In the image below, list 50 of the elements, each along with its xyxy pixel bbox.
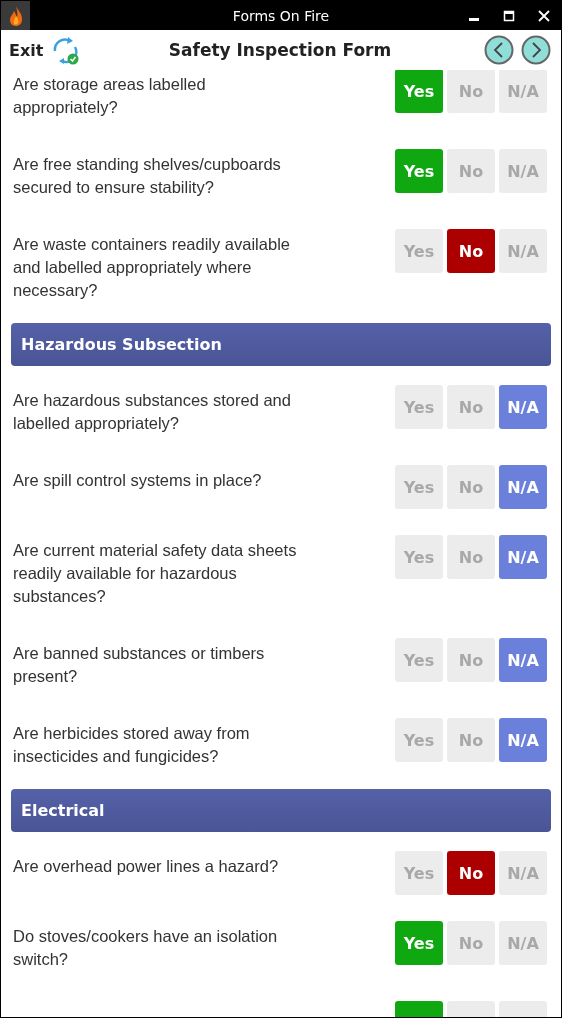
answer-button[interactable]: No	[447, 921, 495, 965]
answer-button[interactable]: Yes	[395, 385, 443, 429]
back-icon[interactable]	[484, 35, 514, 65]
question-text: Are overhead power lines a hazard?	[13, 856, 280, 877]
section-header: Electrical	[11, 789, 551, 832]
forward-icon[interactable]	[521, 35, 551, 65]
answer-button[interactable]: N/A	[499, 921, 547, 965]
answer-button[interactable]: No	[447, 718, 495, 762]
answer-button[interactable]: Yes	[395, 718, 443, 762]
question-text: Are spill control systems in place?	[13, 470, 263, 491]
answer-button[interactable]: Yes	[395, 638, 443, 682]
window-title: Forms On Fire	[232, 7, 330, 24]
answer-button[interactable]: N/A	[499, 851, 547, 895]
question-text: Are banned substances or timbers present?	[13, 643, 266, 687]
answer-button[interactable]: No	[447, 385, 495, 429]
question-text: Are current material safety data sheets readily available for hazardous substances?	[13, 540, 298, 607]
answer-button[interactable]: No	[447, 229, 495, 273]
answer-button[interactable]: N/A	[499, 149, 547, 193]
flame-icon	[1, 1, 30, 30]
answer-button[interactable]: N/A	[499, 638, 547, 682]
answer-button[interactable]: No	[447, 149, 495, 193]
answer-button[interactable]: No	[447, 851, 495, 895]
exit-button[interactable]: Exit	[9, 40, 44, 60]
answer-button[interactable]: N/A	[499, 70, 547, 113]
answer-button[interactable]: Yes	[395, 149, 443, 193]
answer-button[interactable]: Yes	[395, 465, 443, 509]
form-title: Safety Inspection Form	[168, 40, 392, 60]
question-text: Are hazardous substances stored and labelled appropriately?	[13, 390, 292, 434]
question-text: Are waste containers readily available and labelled appropriately where necessary?	[13, 234, 291, 301]
question-text: Are herbicides stored away from insecticides and fungicides?	[13, 723, 251, 767]
close-icon[interactable]	[538, 9, 550, 22]
answer-button[interactable]: N/A	[499, 229, 547, 273]
answer-button[interactable]: Yes	[395, 535, 443, 579]
answer-button[interactable]: No	[447, 465, 495, 509]
answer-button[interactable]: N/A	[499, 465, 547, 509]
question-text: Are storage areas labelled appropriately?	[13, 74, 207, 118]
section-header: Hazardous Subsection	[11, 323, 551, 366]
answer-button[interactable]: No	[447, 638, 495, 682]
answer-button[interactable]: No	[447, 70, 495, 113]
maximize-icon[interactable]	[503, 9, 515, 22]
answer-button[interactable]: N/A	[499, 718, 547, 762]
answer-button[interactable]: Yes	[395, 921, 443, 965]
question-text: Are free standing shelves/cupboards secured to ensure stability?	[13, 154, 282, 198]
answer-button[interactable]: No	[447, 535, 495, 579]
answer-button[interactable]: Yes	[395, 70, 443, 113]
answer-button[interactable]: Yes	[395, 851, 443, 895]
answer-button[interactable]: N/A	[499, 535, 547, 579]
question-text: Do stoves/cookers have an isolation switch?	[13, 926, 279, 970]
answer-button[interactable]: Yes	[395, 229, 443, 273]
answer-button[interactable]: N/A	[499, 385, 547, 429]
